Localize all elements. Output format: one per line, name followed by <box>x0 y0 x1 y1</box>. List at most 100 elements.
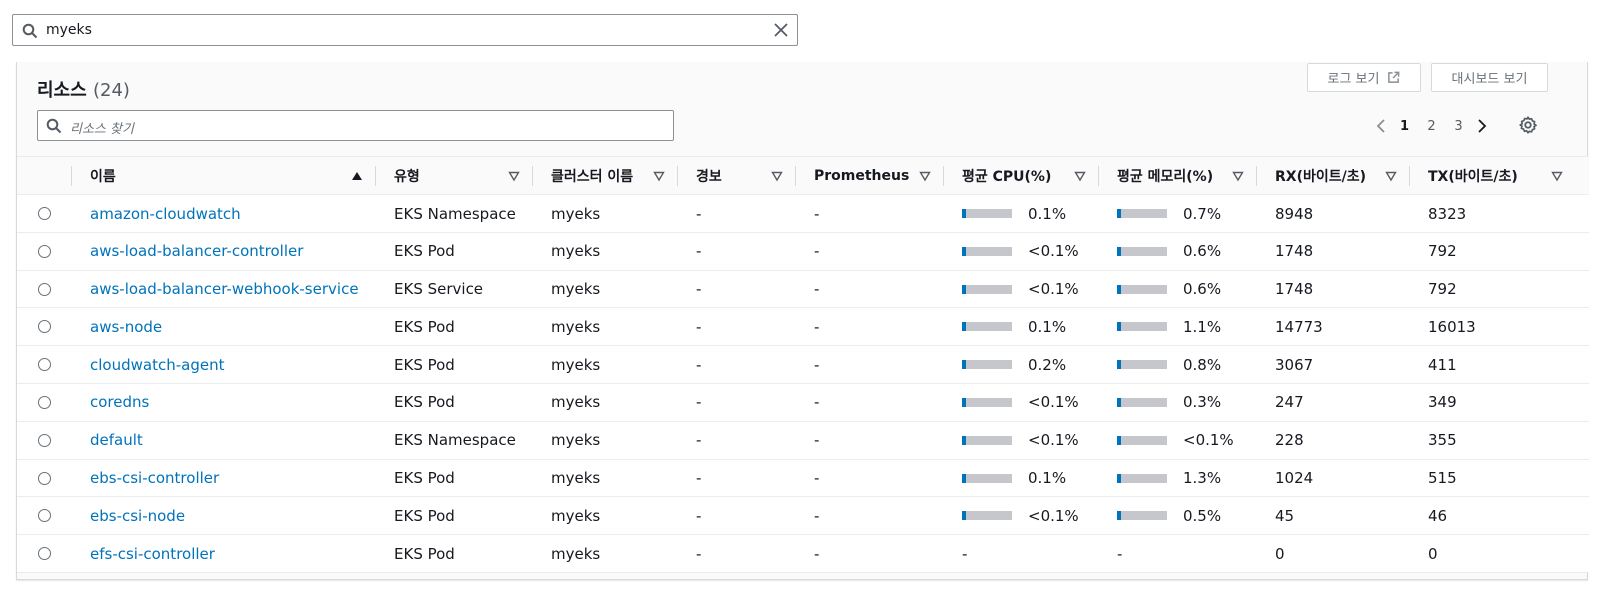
search-value[interactable]: myeks <box>46 22 92 38</box>
cell-name[interactable]: default <box>90 422 143 459</box>
sort-unsorted-icon[interactable] <box>1551 170 1563 182</box>
row-select-radio[interactable] <box>38 244 51 258</box>
cell-value[interactable]: ebs-csi-controller <box>90 469 219 487</box>
row-select-radio[interactable] <box>38 282 51 296</box>
chevron-right-icon[interactable] <box>1472 116 1492 136</box>
cell-alarm: - <box>696 271 701 308</box>
cell-tx: 792 <box>1428 271 1457 308</box>
resource-search-input[interactable]: myeks <box>12 14 798 46</box>
resource-filter-input[interactable]: 리소스 찾기 <box>37 110 674 141</box>
cell-value: EKS Service <box>394 280 484 299</box>
cell-value: 45 <box>1275 506 1295 525</box>
table-row[interactable]: aws-load-balancer-controller EKS Pod myeks… <box>17 232 1589 271</box>
view-dashboard-button[interactable]: 대시보드 보기 <box>1431 63 1548 92</box>
column-divider[interactable] <box>71 166 72 186</box>
table-row[interactable]: ebs-csi-node EKS Pod myeks - - <0.1% 0.5% 45 46 <box>17 497 1589 536</box>
cell-value[interactable]: aws-load-balancer-webhook-service <box>90 280 359 298</box>
column-header-prometheus[interactable]: Prometheus <box>795 157 943 195</box>
table-row[interactable]: aws-load-balancer-webhook-service EKS Ser… <box>17 270 1589 309</box>
cell-name[interactable]: ebs-csi-node <box>90 497 185 534</box>
cell-prometheus: - <box>814 497 819 534</box>
column-header-alarm[interactable]: 경보 <box>677 157 795 195</box>
column-divider[interactable] <box>375 166 376 186</box>
cell-name[interactable]: efs-csi-controller <box>90 535 215 572</box>
table-row[interactable]: cloudwatch-agent EKS Pod myeks - - 0.2% 0.8% 30… <box>17 346 1589 384</box>
cell-tx: 16013 <box>1428 308 1476 345</box>
row-select-radio[interactable] <box>38 471 51 485</box>
column-header-tx[interactable]: TX(바이트/초) <box>1409 157 1575 195</box>
cell-name[interactable]: amazon-cloudwatch <box>90 195 241 232</box>
row-select-radio[interactable] <box>38 358 51 372</box>
column-header-cluster-name[interactable]: 클러스터 이름 <box>532 157 677 195</box>
cell-name[interactable]: aws-node <box>90 308 162 345</box>
row-select-radio[interactable] <box>38 395 51 409</box>
cell-name[interactable]: aws-load-balancer-controller <box>90 233 303 270</box>
cell-alarm: - <box>696 308 701 345</box>
sort-unsorted-icon[interactable] <box>508 170 520 182</box>
cell-avg-cpu: - <box>962 535 967 572</box>
table-row[interactable]: ebs-csi-controller EKS Pod myeks - - 0.1% 1.3%… <box>17 459 1589 498</box>
cell-name[interactable]: aws-load-balancer-webhook-service <box>90 271 359 308</box>
table-row[interactable]: efs-csi-controller EKS Pod myeks - - - - 0 0 <box>17 535 1589 573</box>
table-row[interactable]: amazon-cloudwatch EKS Namespace myeks - - 0.1… <box>17 195 1589 233</box>
row-select-radio[interactable] <box>38 207 51 220</box>
cell-value: myeks <box>551 469 601 488</box>
column-header-name[interactable]: 이름 <box>71 157 375 195</box>
cell-prometheus: - <box>814 535 819 572</box>
column-divider[interactable] <box>1256 166 1257 186</box>
column-header-rx[interactable]: RX(바이트/초) <box>1256 157 1409 195</box>
page-1[interactable]: 1 <box>1391 119 1418 134</box>
column-header-avg-cpu[interactable]: 평균 CPU(%) <box>943 157 1098 195</box>
sort-unsorted-icon[interactable] <box>653 170 665 182</box>
cell-name[interactable]: cloudwatch-agent <box>90 346 224 383</box>
column-header-type[interactable]: 유형 <box>375 157 532 195</box>
column-header-avg-memory[interactable]: 평균 메모리(%) <box>1098 157 1256 195</box>
cell-value: EKS Pod <box>394 469 455 488</box>
cell-value[interactable]: default <box>90 431 143 449</box>
cell-name[interactable]: coredns <box>90 384 149 421</box>
page-2[interactable]: 2 <box>1418 119 1445 134</box>
row-select-radio[interactable] <box>38 509 51 523</box>
cell-value: - <box>814 242 820 261</box>
cell-value: - <box>696 431 702 450</box>
cell-value: 1024 <box>1275 469 1314 488</box>
cell-value[interactable]: efs-csi-controller <box>90 545 215 563</box>
table-row[interactable]: aws-node EKS Pod myeks - - 0.1% 1.1% 14773 16013 <box>17 308 1589 347</box>
column-divider[interactable] <box>795 166 796 186</box>
chevron-left-icon[interactable] <box>1371 116 1391 136</box>
gear-icon[interactable] <box>1517 114 1539 136</box>
close-icon[interactable] <box>773 22 789 38</box>
cell-value: - <box>962 544 968 563</box>
sort-unsorted-icon[interactable] <box>1385 170 1397 182</box>
cell-value[interactable]: amazon-cloudwatch <box>90 205 241 223</box>
column-divider[interactable] <box>677 166 678 186</box>
sort-unsorted-icon[interactable] <box>919 170 931 182</box>
column-divider[interactable] <box>1409 166 1410 186</box>
page-3[interactable]: 3 <box>1445 119 1472 134</box>
view-logs-button[interactable]: 로그 보기 <box>1307 63 1421 92</box>
column-divider[interactable] <box>943 166 944 186</box>
cell-value[interactable]: aws-load-balancer-controller <box>90 242 303 260</box>
column-divider[interactable] <box>532 166 533 186</box>
column-divider[interactable] <box>1098 166 1099 186</box>
cell-value: <0.1% <box>1028 280 1079 299</box>
cell-avg-memory: 0.5% <box>1117 497 1221 534</box>
sort-unsorted-icon[interactable] <box>1232 170 1244 182</box>
sort-unsorted-icon[interactable] <box>1074 170 1086 182</box>
table-row[interactable]: coredns EKS Pod myeks - - <0.1% 0.3% 247 349 <box>17 383 1589 422</box>
cell-value: EKS Pod <box>394 242 455 261</box>
sort-ascending-icon[interactable] <box>351 170 363 182</box>
cell-value[interactable]: ebs-csi-node <box>90 507 185 525</box>
cell-value[interactable]: cloudwatch-agent <box>90 356 224 374</box>
cell-value[interactable]: coredns <box>90 393 149 411</box>
cell-tx: 8323 <box>1428 195 1466 232</box>
sort-unsorted-icon[interactable] <box>771 170 783 182</box>
table-row[interactable]: default EKS Namespace myeks - - <0.1% <0.1% 228… <box>17 421 1589 460</box>
column-label: 유형 <box>394 169 420 185</box>
row-select-radio[interactable] <box>38 320 51 334</box>
row-select-radio[interactable] <box>38 433 51 447</box>
row-select-radio[interactable] <box>38 547 51 561</box>
panel-title-label: 리소스 <box>37 80 87 101</box>
cell-name[interactable]: ebs-csi-controller <box>90 460 219 497</box>
cell-value[interactable]: aws-node <box>90 318 162 336</box>
